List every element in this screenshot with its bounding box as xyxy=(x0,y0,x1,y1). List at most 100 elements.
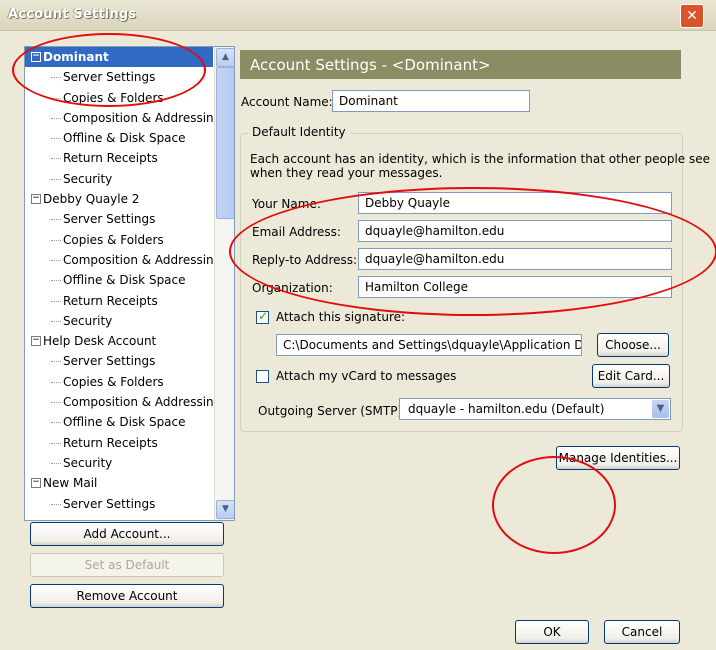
tree-item-label: Offline & Disk Space xyxy=(63,131,186,146)
chevron-down-icon[interactable]: ▼ xyxy=(652,400,669,418)
tree-connector xyxy=(51,462,61,464)
tree-item[interactable]: Security xyxy=(25,169,213,189)
tree-connector xyxy=(51,259,61,261)
tree-connector xyxy=(51,117,61,119)
tree-item[interactable]: Return Receipts xyxy=(25,291,213,311)
tree-item[interactable]: Return Receipts xyxy=(25,433,213,453)
tree-connector xyxy=(51,402,61,404)
scroll-up-arrow-icon[interactable]: ▲ xyxy=(216,48,234,67)
email-address-input[interactable]: dquayle@hamilton.edu xyxy=(358,220,672,242)
tree-item[interactable]: Return Receipts xyxy=(25,148,213,168)
edit-card-button[interactable]: Edit Card... xyxy=(592,364,670,388)
tree-account-name: Dominant xyxy=(43,50,109,64)
tree-account-name: Help Desk Account xyxy=(43,334,157,349)
tree-item-label: Security xyxy=(63,455,113,470)
tree-item[interactable]: Copies & Folders xyxy=(25,88,213,108)
tree-connector xyxy=(51,361,61,363)
tree-account-row[interactable]: − Dominant xyxy=(25,47,213,68)
tree-item-label: Composition & Addressing xyxy=(63,252,222,267)
signature-path-input[interactable]: C:\Documents and Settings\dquayle\Applic… xyxy=(276,334,582,356)
tree-item[interactable]: Server Settings xyxy=(25,351,213,371)
collapse-icon[interactable]: − xyxy=(31,335,41,346)
email-address-label: Email Address: xyxy=(252,225,341,239)
attach-vcard-checkbox[interactable] xyxy=(256,370,269,383)
attach-signature-checkbox[interactable]: ✓ xyxy=(256,309,269,324)
attach-signature-label: Attach this signature: xyxy=(276,310,406,324)
tree-item-label: Offline & Disk Space xyxy=(63,273,186,288)
tree-item-label: Server Settings xyxy=(63,70,156,85)
identity-description-line-1: Each account has an identity, which is t… xyxy=(250,152,711,166)
tree-account-name: Debby Quayle 2 xyxy=(43,192,140,207)
close-button[interactable]: ✕ xyxy=(680,4,704,28)
tree-item[interactable]: Offline & Disk Space xyxy=(25,412,213,432)
window-title: Account Settings xyxy=(8,7,137,22)
outgoing-server-value: dquayle - hamilton.edu (Default) xyxy=(408,402,605,416)
tree-item-label: Copies & Folders xyxy=(63,374,164,389)
tree-item-label: Copies & Folders xyxy=(63,232,164,247)
check-icon: ✓ xyxy=(258,309,269,323)
cancel-button[interactable]: Cancel xyxy=(604,620,680,644)
identity-description-line-2: when they read your messages. xyxy=(250,166,443,180)
your-name-label: Your Name: xyxy=(252,197,321,211)
collapse-icon[interactable]: − xyxy=(31,193,41,204)
tree-item-label: Composition & Addressing xyxy=(63,110,222,125)
tree-item[interactable]: Composition & Addressing xyxy=(25,108,221,128)
organization-input[interactable]: Hamilton College xyxy=(358,276,672,298)
tree-account-row[interactable]: − New Mail xyxy=(25,473,213,493)
ok-button[interactable]: OK xyxy=(515,620,589,644)
tree-item[interactable]: Security xyxy=(25,311,213,331)
reply-to-address-input[interactable]: dquayle@hamilton.edu xyxy=(358,248,672,270)
annotation-circle-manage-identities xyxy=(492,456,616,554)
your-name-input[interactable]: Debby Quayle xyxy=(358,192,672,214)
tree-item[interactable]: Copies & Folders xyxy=(25,372,213,392)
tree-account-name: New Mail xyxy=(43,476,98,491)
title-bar: Account Settings ✕ xyxy=(0,0,716,31)
tree-item-label: Server Settings xyxy=(63,212,156,227)
tree-connector xyxy=(51,97,61,99)
tree-connector xyxy=(51,381,61,383)
account-name-input[interactable]: Dominant xyxy=(332,90,530,112)
tree-connector xyxy=(51,503,61,505)
account-tree[interactable]: − Dominant Server Settings Copies & Folders… xyxy=(24,46,235,521)
tree-scrollbar[interactable]: ▲ ▼ xyxy=(214,47,234,520)
tree-connector xyxy=(51,280,61,282)
tree-item[interactable]: Offline & Disk Space xyxy=(25,128,213,148)
tree-connector xyxy=(51,178,61,180)
remove-account-button[interactable]: Remove Account xyxy=(30,584,224,608)
collapse-icon[interactable]: − xyxy=(31,477,41,488)
outgoing-server-select[interactable]: dquayle - hamilton.edu (Default) ▼ xyxy=(399,398,671,420)
tree-connector xyxy=(51,219,61,221)
reply-to-address-label: Reply-to Address: xyxy=(252,253,358,267)
collapse-icon[interactable]: − xyxy=(31,51,41,62)
tree-item-label: Server Settings xyxy=(63,496,156,511)
tree-connector xyxy=(51,320,61,322)
account-name-label: Account Name: xyxy=(241,95,333,109)
tree-item-label: Return Receipts xyxy=(63,151,158,166)
tree-item[interactable]: Offline & Disk Space xyxy=(25,270,213,290)
choose-signature-button[interactable]: Choose... xyxy=(597,333,669,357)
tree-connector xyxy=(51,422,61,424)
tree-account-row[interactable]: − Help Desk Account xyxy=(25,331,213,351)
account-tree-list: − Dominant Server Settings Copies & Folders… xyxy=(25,47,221,514)
tree-item[interactable]: Security xyxy=(25,453,213,473)
tree-connector xyxy=(51,239,61,241)
tree-item[interactable]: Server Settings xyxy=(25,494,213,514)
tree-item-label: Return Receipts xyxy=(63,293,158,308)
tree-item[interactable]: Composition & Addressing xyxy=(25,392,221,412)
set-as-default-button[interactable]: Set as Default xyxy=(30,553,224,577)
tree-item-label: Offline & Disk Space xyxy=(63,415,186,430)
account-settings-window: Account Settings ✕ − Dominant Server Setti… xyxy=(0,0,716,650)
tree-item-label: Composition & Addressing xyxy=(63,395,222,410)
tree-item[interactable]: Server Settings xyxy=(25,67,213,87)
tree-item[interactable]: Composition & Addressing xyxy=(25,250,221,270)
tree-account-row[interactable]: − Debby Quayle 2 xyxy=(25,189,213,209)
tree-connector xyxy=(51,442,61,444)
tree-item-label: Security xyxy=(63,313,113,328)
scroll-thumb[interactable] xyxy=(216,67,234,219)
tree-item[interactable]: Server Settings xyxy=(25,209,213,229)
tree-item[interactable]: Copies & Folders xyxy=(25,230,213,250)
attach-vcard-label: Attach my vCard to messages xyxy=(276,369,457,383)
scroll-down-arrow-icon[interactable]: ▼ xyxy=(216,500,234,519)
manage-identities-button[interactable]: Manage Identities... xyxy=(556,446,680,470)
add-account-button[interactable]: Add Account... xyxy=(30,522,224,546)
